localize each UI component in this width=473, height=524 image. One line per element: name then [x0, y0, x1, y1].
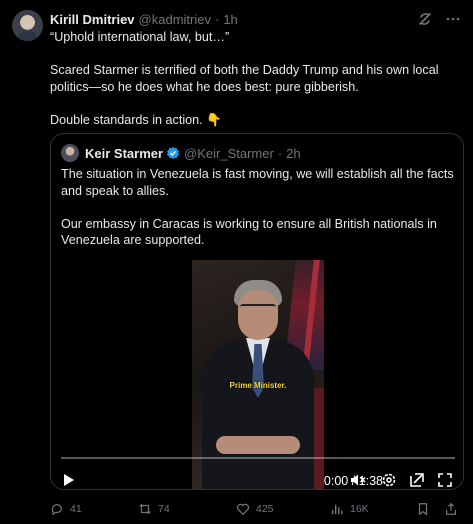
- action-bar: 41 74 425 16K: [50, 500, 464, 518]
- popout-icon[interactable]: [408, 471, 426, 489]
- separator-dot: ·: [214, 11, 220, 27]
- settings-icon[interactable]: [380, 471, 398, 489]
- post-text: “Uphold international law, but…” Scared …: [50, 30, 439, 127]
- post-header: Kirill Dmitriev @kadmitriev · 1h: [50, 10, 461, 28]
- post-time[interactable]: 1h: [223, 12, 237, 27]
- repost-count: 74: [158, 503, 170, 515]
- bookmark-icon: [418, 503, 428, 516]
- reply-icon: [51, 504, 62, 516]
- views-count: 16K: [350, 503, 369, 515]
- quote-author-name[interactable]: Keir Starmer: [85, 146, 163, 161]
- author-name[interactable]: Kirill Dmitriev: [50, 12, 135, 27]
- fullscreen-icon[interactable]: [436, 471, 454, 489]
- quoted-post[interactable]: Keir Starmer @Keir_Starmer · 2h The situ…: [50, 133, 464, 490]
- quote-header: Keir Starmer @Keir_Starmer · 2h: [61, 144, 301, 162]
- quote-avatar[interactable]: [61, 144, 79, 162]
- header-actions: [417, 11, 461, 27]
- share-icon: [446, 502, 456, 515]
- views-icon: [331, 504, 343, 515]
- more-icon[interactable]: [445, 11, 461, 27]
- video-controls: 0:00 / 1:38: [51, 470, 463, 489]
- like-icon: [236, 503, 250, 516]
- main-avatar[interactable]: [12, 10, 43, 41]
- like-count: 425: [256, 503, 274, 515]
- author-handle[interactable]: @kadmitriev: [139, 12, 211, 27]
- video-player[interactable]: Prime Minister. 0:00 / 1:38: [51, 258, 463, 489]
- hands-graphic: [216, 436, 300, 454]
- reply-action[interactable]: 41: [50, 500, 82, 518]
- verified-badge-icon: [167, 146, 180, 160]
- like-action[interactable]: 425: [236, 500, 274, 518]
- video-caption: Prime Minister.: [229, 381, 287, 390]
- quote-text: The situation in Venezuela is fast movin…: [61, 167, 454, 247]
- views-action[interactable]: 16K: [330, 500, 369, 518]
- quote-separator-dot: ·: [277, 145, 283, 161]
- video-progress-bar[interactable]: [61, 457, 455, 459]
- quote-time[interactable]: 2h: [286, 146, 300, 161]
- quote-author-handle[interactable]: @Keir_Starmer: [184, 146, 274, 161]
- video-frame: Prime Minister.: [192, 260, 324, 489]
- grok-icon[interactable]: [417, 11, 433, 27]
- bookmark-action[interactable]: [416, 500, 436, 518]
- repost-icon: [139, 503, 151, 515]
- share-action[interactable]: [444, 500, 464, 518]
- mute-icon[interactable]: [349, 471, 367, 489]
- glasses-graphic: [240, 304, 276, 312]
- reply-count: 41: [70, 503, 82, 515]
- repost-action[interactable]: 74: [138, 500, 170, 518]
- play-icon[interactable]: [59, 471, 77, 489]
- face-graphic: [238, 290, 278, 340]
